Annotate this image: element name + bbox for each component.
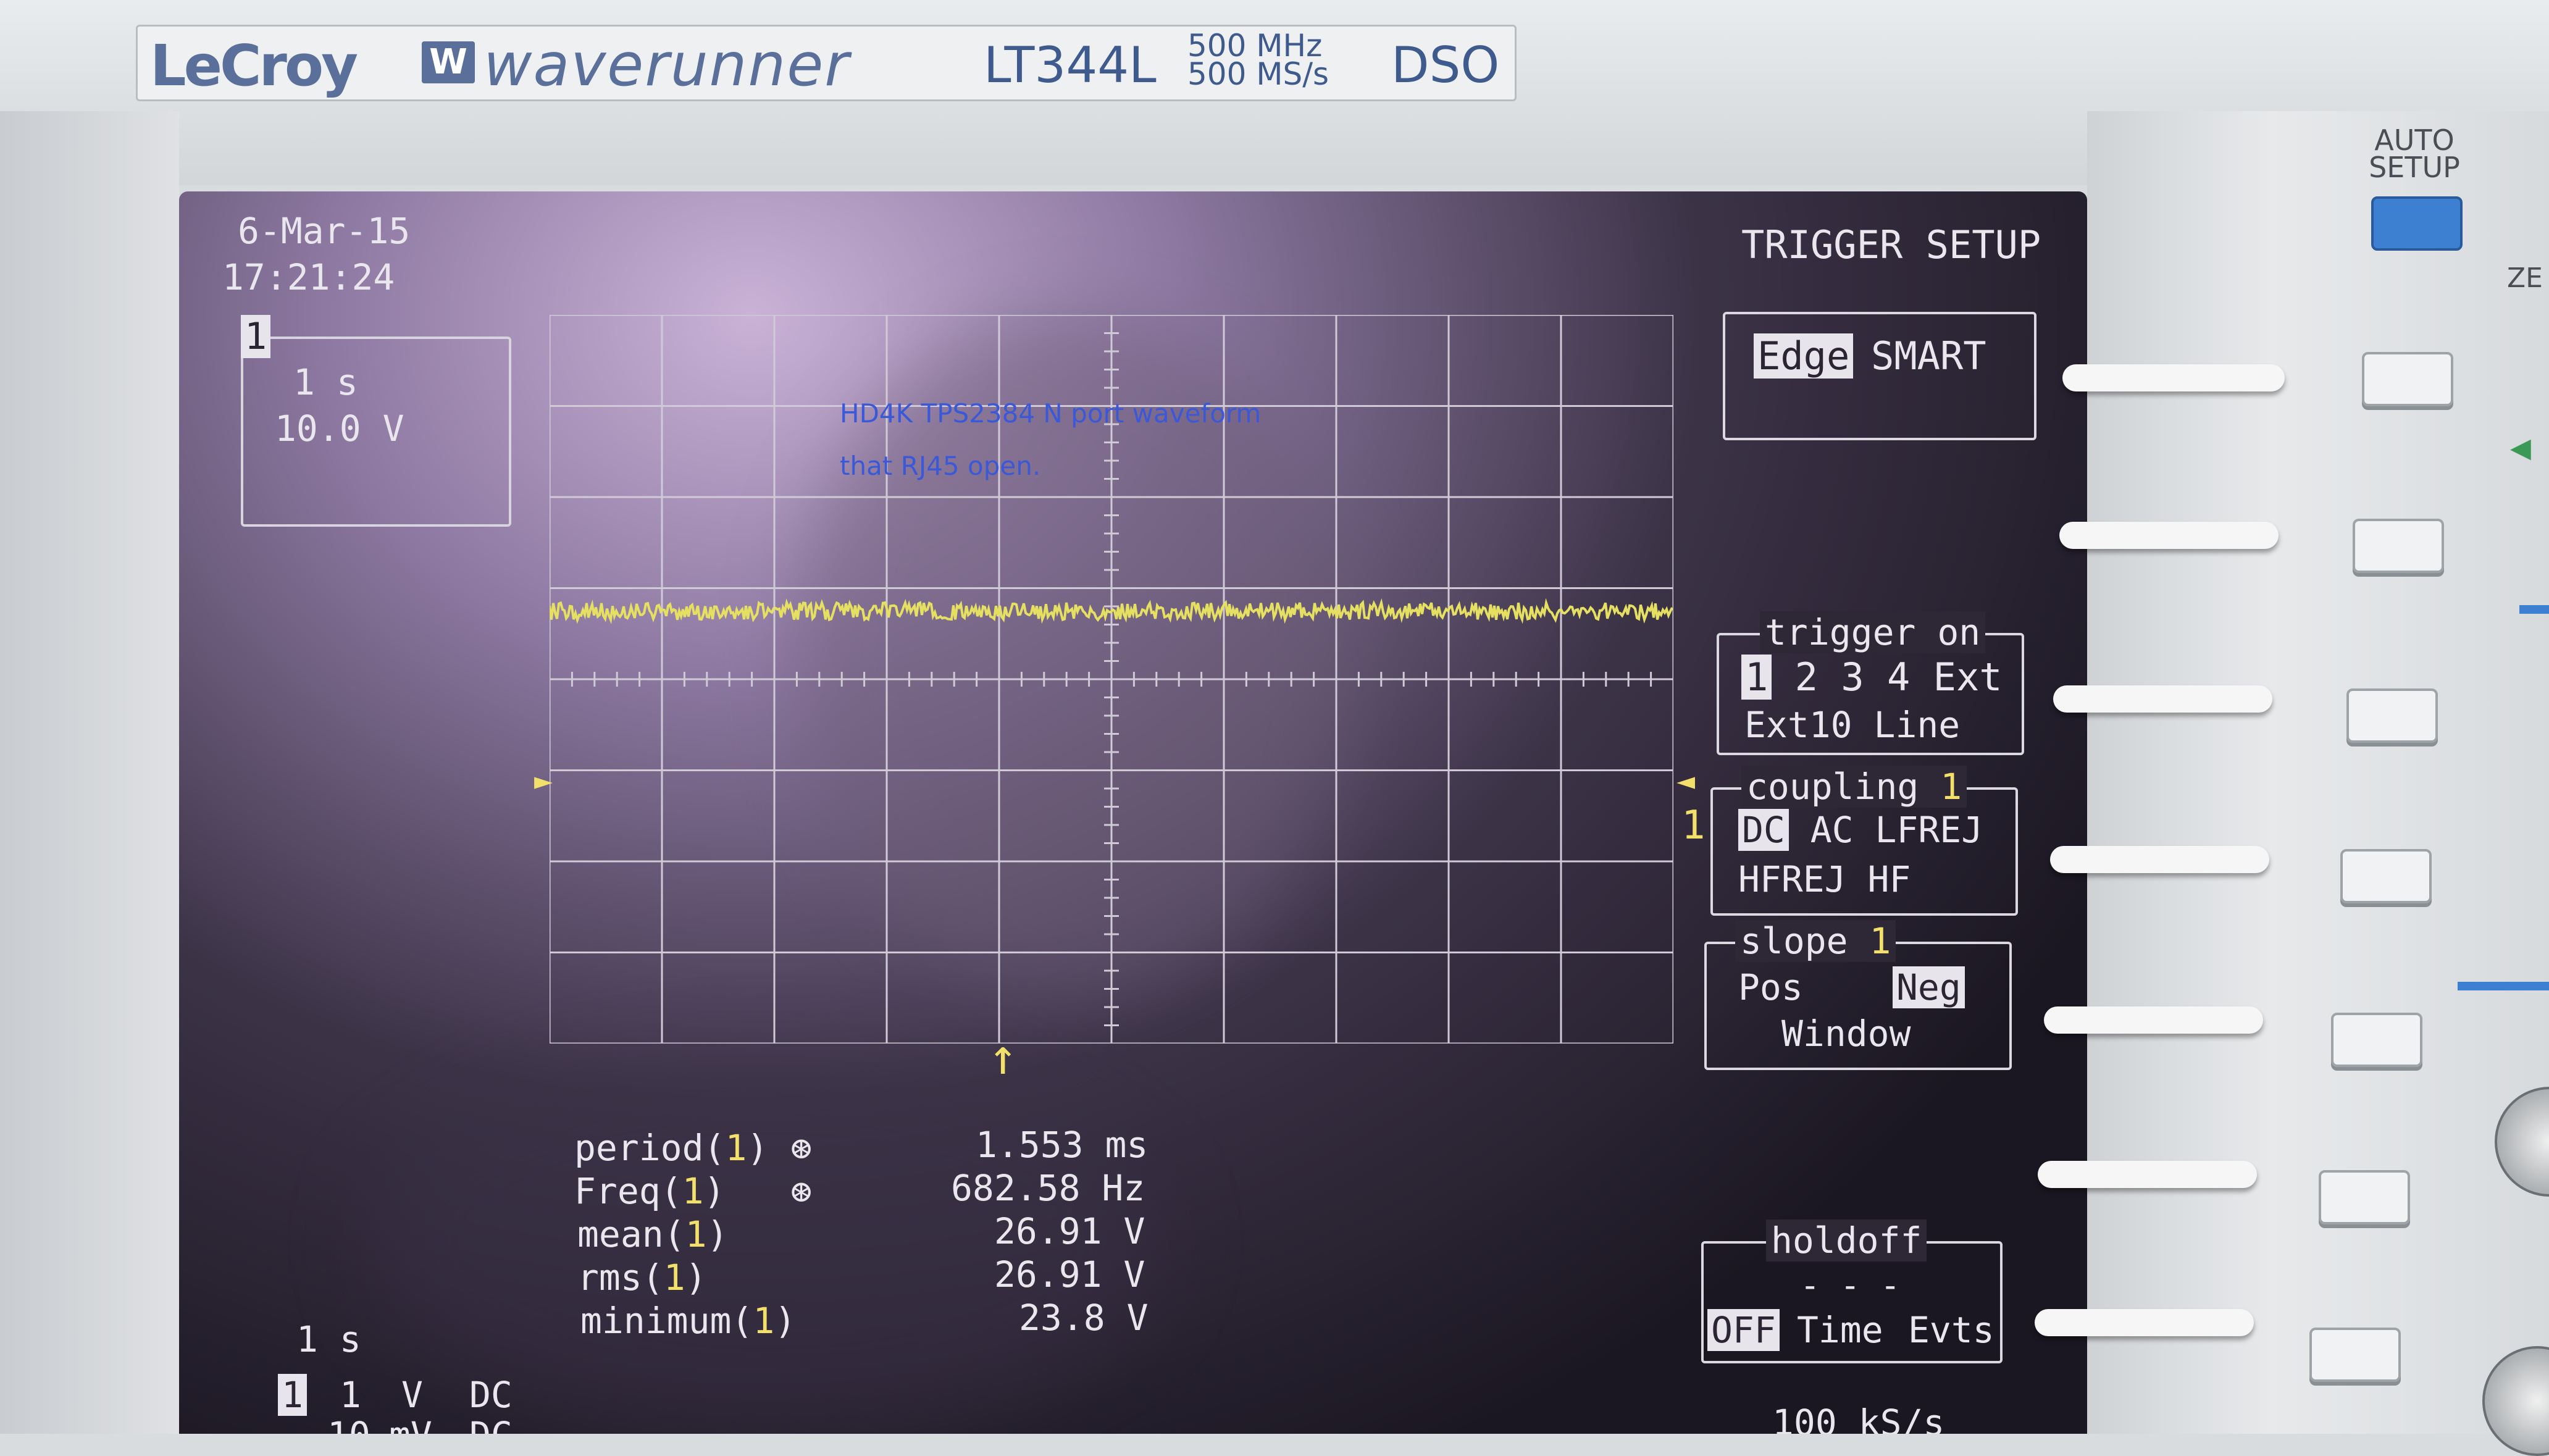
menu-title: TRIGGER SETUP xyxy=(1741,222,2041,267)
trace-timebase: 1 s xyxy=(293,361,358,403)
scope-left-bezel xyxy=(0,111,179,1434)
softkey-tab-3 xyxy=(2053,685,2272,713)
holdoff-time[interactable]: Time xyxy=(1797,1309,1883,1351)
softkey-1-button[interactable] xyxy=(2362,352,2453,406)
status-channel2-scale: 10 xyxy=(327,1414,370,1434)
measure-period-value: 1.553 ms xyxy=(976,1124,1148,1166)
measure-period-icon: ⊛ xyxy=(790,1127,812,1169)
status-channel2-coupling: DC xyxy=(469,1414,513,1434)
softkey-4-button[interactable] xyxy=(2340,849,2432,903)
annotation-line2: that RJ45 open. xyxy=(840,451,1040,481)
measure-minimum-value: 23.8 V xyxy=(1019,1297,1149,1339)
status-channel-unit: V xyxy=(401,1374,423,1416)
measure-freq-label: Freq(1) xyxy=(574,1170,725,1212)
measure-mean-label: mean(1) xyxy=(577,1213,728,1255)
slope-window[interactable]: Window xyxy=(1781,1013,1911,1055)
led-arrow-icon: ◀ xyxy=(2510,432,2531,464)
measure-rms-label: rms(1) xyxy=(577,1257,707,1299)
trace-channel-badge: 1 xyxy=(241,315,270,358)
measure-minimum-label: minimum(1) xyxy=(580,1300,796,1342)
measure-freq-icon: ⊛ xyxy=(790,1170,812,1212)
status-channel-badge: 1 xyxy=(278,1374,307,1416)
coupling-options-row2[interactable]: HFREJ HF xyxy=(1738,858,1911,900)
softkey-tab-1 xyxy=(2062,364,2285,391)
status-channel2-unit: mV xyxy=(389,1414,432,1434)
scope-right-panel xyxy=(2087,111,2549,1434)
softkey-tab-5 xyxy=(2044,1006,2263,1034)
holdoff-evts[interactable]: Evts xyxy=(1908,1309,1994,1351)
trigger-level-channel-marker: 1 xyxy=(1681,803,1706,848)
left-level-marker-icon: ► xyxy=(534,763,553,798)
slope-neg[interactable]: Neg xyxy=(1893,966,1965,1008)
slope-title: slope 1 xyxy=(1735,920,1896,962)
waverunner-logo-icon: W xyxy=(422,41,475,83)
auto-setup-button[interactable] xyxy=(2371,196,2463,251)
trace-volts: 10.0 V xyxy=(275,408,404,450)
trigger-on-title: trigger on xyxy=(1760,611,1985,653)
coupling-options[interactable]: DC AC LFREJ xyxy=(1738,809,1983,851)
softkey-tab-4 xyxy=(2050,846,2269,873)
slope-pos[interactable]: Pos xyxy=(1738,966,1803,1008)
holdoff-off[interactable]: OFF xyxy=(1707,1309,1780,1351)
date-readout: 6-Mar-15 xyxy=(238,210,410,252)
trigger-type-edge[interactable]: Edge xyxy=(1754,333,1853,379)
softkey-tab-7 xyxy=(2035,1309,2254,1336)
holdoff-dashes: - - - xyxy=(1800,1266,1901,1305)
measure-rms-value: 26.91 V xyxy=(994,1253,1145,1295)
right-level-marker-icon: ◄ xyxy=(1676,763,1695,798)
softkey-tab-2 xyxy=(2059,522,2279,549)
measure-period-label: period(1) xyxy=(574,1127,768,1169)
samplerate-spec: 500 MS/s xyxy=(1187,60,1329,88)
panel-divider xyxy=(2458,982,2549,990)
softkey-3-button[interactable] xyxy=(2346,688,2438,743)
brand-plate: LeCroy W waverunner LT344L 500 MHz 500 M… xyxy=(136,25,1517,101)
status-timebase: 1 s xyxy=(296,1318,361,1360)
waverunner-logo: waverunner xyxy=(483,30,850,99)
status-samplerate: 100 kS/s xyxy=(1772,1402,1944,1434)
measure-mean-value: 26.91 V xyxy=(994,1210,1145,1252)
holdoff-title: holdoff xyxy=(1766,1220,1927,1261)
lecroy-logo: LeCroy xyxy=(150,33,356,99)
time-readout: 17:21:24 xyxy=(222,256,395,298)
trigger-on-sources[interactable]: 1 2 3 4 Ext xyxy=(1741,655,2003,700)
annotation-line1: HD4K TPS2384 N port waveform xyxy=(840,398,1261,429)
softkey-tab-6 xyxy=(2038,1161,2257,1188)
zero-label: ZE xyxy=(2507,262,2543,294)
softkey-5-button[interactable] xyxy=(2331,1013,2422,1067)
softkey-6-button[interactable] xyxy=(2319,1170,2410,1224)
softkey-2-button[interactable] xyxy=(2353,519,2444,573)
trigger-position-arrow-icon: ↑ xyxy=(988,1028,1018,1086)
softkey-7-button[interactable] xyxy=(2309,1328,2401,1382)
panel-divider xyxy=(2519,605,2549,614)
scope-screen: 6-Mar-15 17:21:24 1 1 s 10.0 V ► ◄ 1 ↑ H… xyxy=(179,191,2087,1434)
model-number: LT344L xyxy=(984,36,1157,94)
measure-freq-value: 682.58 Hz xyxy=(951,1167,1145,1209)
status-channel-scale: 1 xyxy=(340,1374,361,1416)
status-channel-coupling: DC xyxy=(469,1374,513,1416)
coupling-title: coupling 1 xyxy=(1741,766,1967,808)
trigger-on-sources-row2[interactable]: Ext10 Line xyxy=(1744,704,1960,746)
instrument-type: DSO xyxy=(1391,36,1499,94)
trigger-type-smart[interactable]: SMART xyxy=(1871,333,1986,379)
auto-setup-label: AUTO SETUP xyxy=(2365,127,2464,181)
